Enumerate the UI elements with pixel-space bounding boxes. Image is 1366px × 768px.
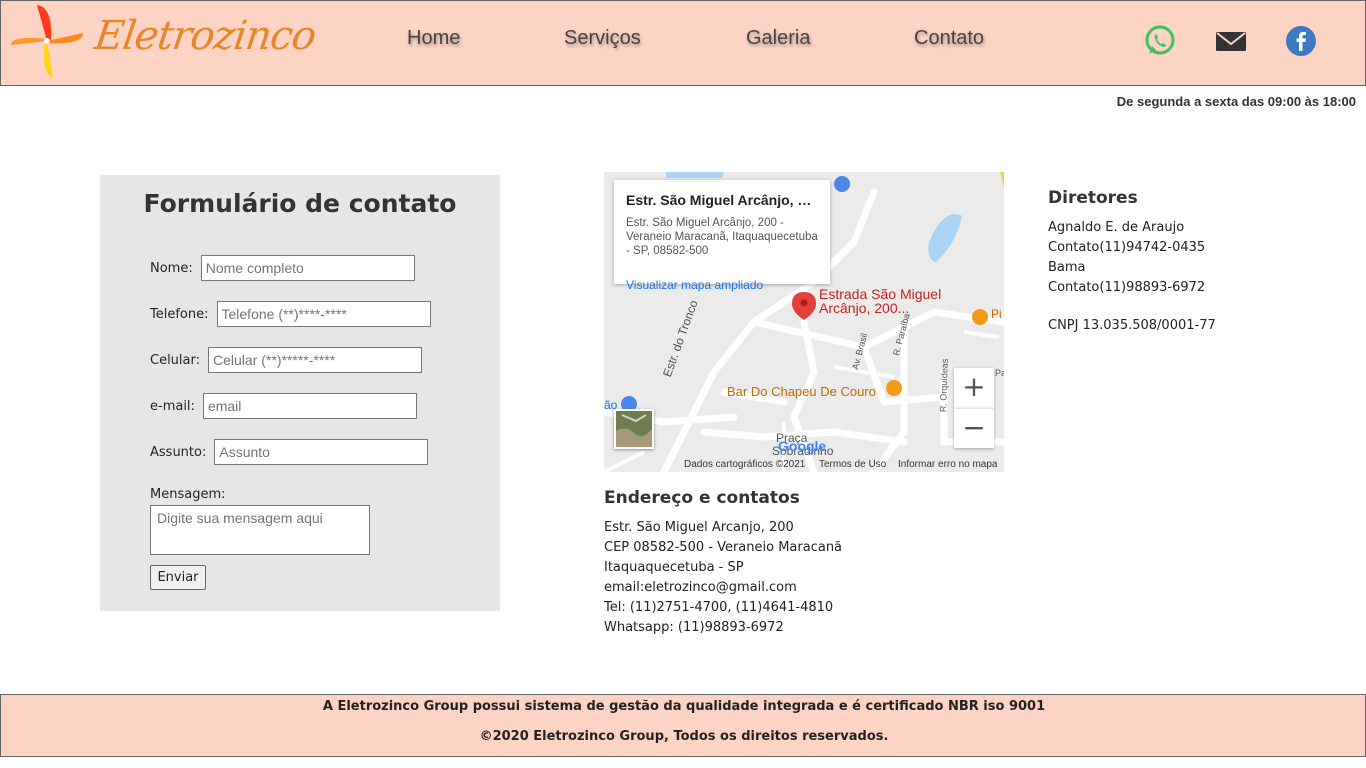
address-block: Estr. São Miguel Arcanjo, 200 CEP 08582-…: [604, 518, 842, 638]
phone-row: Telefone:: [150, 301, 431, 327]
map-data-attribution: Dados cartográficos ©2021: [684, 459, 806, 470]
embedded-map[interactable]: Estr. São Miguel Arcânjo, 200 ... Estr. …: [604, 172, 1004, 472]
director-1-contact: Contato(11)94742-0435: [1048, 240, 1206, 255]
nav-servicos[interactable]: Serviços: [564, 27, 641, 50]
pin-label-1: Estrada São Miguel: [819, 286, 942, 302]
mobile-row: Celular:: [150, 347, 423, 373]
email-input[interactable]: [202, 393, 417, 419]
business-hours: De segunda a sexta das 09:00 às 18:00: [1116, 94, 1356, 109]
director-1-name: Agnaldo E. de Araujo: [1048, 220, 1185, 235]
view-larger-map-link[interactable]: Visualizar mapa ampliado: [626, 278, 763, 292]
footer-certification: A Eletrozinco Group possui sistema de ge…: [322, 699, 1046, 714]
pin-label-2: Arcânjo, 200...: [819, 300, 910, 316]
phone-input[interactable]: [216, 301, 431, 327]
director-2-contact: Contato(11)98893-6972: [1048, 280, 1206, 295]
directors-title: Diretores: [1048, 188, 1138, 208]
nav-home[interactable]: Home: [407, 27, 460, 50]
pinwheel-icon: [11, 5, 83, 77]
facebook-icon[interactable]: [1285, 25, 1317, 57]
address-title: Endereço e contatos: [604, 488, 800, 508]
cnpj-text: CNPJ 13.035.508/0001-77: [1048, 318, 1216, 333]
name-label: Nome:: [150, 260, 193, 276]
site-footer: A Eletrozinco Group possui sistema de ge…: [0, 694, 1366, 757]
name-row: Nome:: [150, 255, 415, 281]
address-email: email:eletrozinco@gmail.com: [604, 580, 797, 595]
nav-galeria[interactable]: Galeria: [746, 27, 810, 50]
street-orquideas-label: R. Orquídeas: [938, 358, 950, 413]
zoom-in-button[interactable]: +: [954, 368, 994, 408]
zoom-out-button[interactable]: −: [954, 408, 994, 448]
contact-form: Formulário de contato Nome: Telefone: Ce…: [100, 175, 500, 611]
message-label: Mensagem:: [150, 487, 226, 502]
director-2-name: Bama: [1048, 260, 1086, 275]
google-logo: Google: [778, 438, 827, 454]
subject-input[interactable]: [214, 439, 429, 465]
form-title: Formulário de contato: [143, 189, 457, 218]
mobile-input[interactable]: [208, 347, 423, 373]
nav-contato[interactable]: Contato: [914, 27, 984, 50]
whatsapp-icon[interactable]: [1144, 25, 1176, 57]
address-city: Itaquaquecetuba - SP: [604, 560, 744, 575]
footer-copyright: ©2020 Eletrozinco Group, Todos os direit…: [479, 729, 889, 744]
satellite-thumbnail-icon: [616, 411, 652, 447]
site-header: Eletrozinco Home Serviços Galeria Contat…: [0, 0, 1366, 86]
map-report-link[interactable]: Informar erro no mapa: [898, 459, 998, 470]
map-terms-link[interactable]: Termos de Uso: [819, 459, 886, 470]
address-cep: CEP 08582-500 - Veraneio Maracanã: [604, 540, 843, 555]
popup-address: Estr. São Miguel Arcânjo, 200 - Veraneio…: [626, 217, 818, 257]
email-row: e-mail:: [150, 393, 417, 419]
address-whatsapp: Whatsapp: (11)98893-6972: [604, 620, 784, 635]
name-input[interactable]: [200, 255, 415, 281]
edge-label-2: Pi: [991, 307, 1002, 321]
mobile-label: Celular:: [150, 352, 201, 368]
brand-name: Eletrozinco: [91, 13, 319, 59]
email-label: e-mail:: [150, 398, 195, 414]
place-bar-label: Bar Do Chapeu De Couro: [727, 384, 876, 399]
phone-label: Telefone:: [150, 306, 209, 322]
satellite-toggle[interactable]: [614, 409, 654, 449]
edge-label-3: Pa: [995, 368, 1004, 378]
address-street: Estr. São Miguel Arcanjo, 200: [604, 520, 794, 535]
address-phone: Tel: (11)2751-4700, (11)4641-4810: [604, 600, 834, 615]
send-button[interactable]: Enviar: [150, 565, 206, 590]
subject-row: Assunto:: [150, 439, 429, 465]
brand-logo[interactable]: Eletrozinco: [9, 1, 318, 81]
popup-title: Estr. São Miguel Arcânjo, 200 ...: [626, 192, 818, 208]
directors-block: Agnaldo E. de Araujo Contato(11)94742-04…: [1048, 218, 1205, 298]
subject-label: Assunto:: [150, 444, 207, 460]
map-info-popup: Estr. São Miguel Arcânjo, 200 ... Estr. …: [614, 180, 830, 292]
mail-icon[interactable]: [1215, 25, 1247, 57]
message-textarea[interactable]: [150, 505, 370, 555]
